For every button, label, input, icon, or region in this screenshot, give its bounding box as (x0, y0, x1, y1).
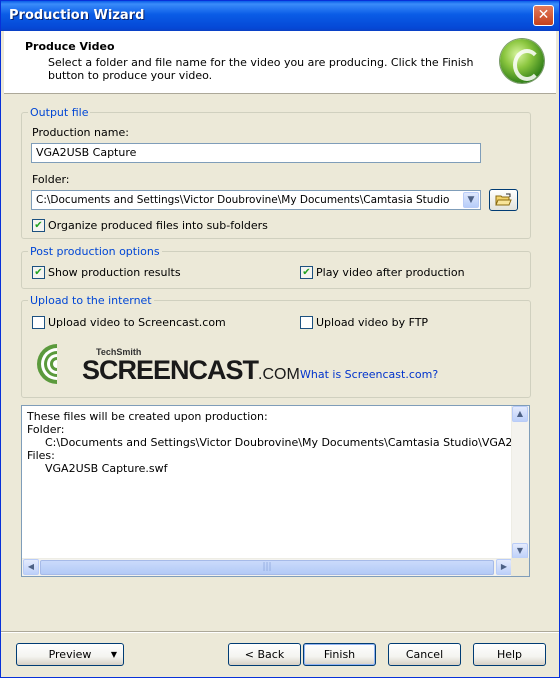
upload-ftp-checkbox[interactable] (300, 316, 313, 329)
summary-line-4: Files: (27, 449, 55, 462)
help-button[interactable]: Help (473, 643, 546, 666)
organize-label: Organize produced files into sub-folders (48, 219, 268, 232)
play-video-checkbox[interactable]: ✔ (300, 266, 313, 279)
wizard-header: Produce Video Select a folder and file n… (4, 31, 556, 94)
scroll-left-icon[interactable]: ◀ (23, 559, 39, 575)
header-description: Select a folder and file name for the vi… (48, 56, 474, 82)
output-file-legend: Output file (30, 106, 89, 119)
camtasia-logo-icon (500, 39, 544, 83)
open-folder-icon (494, 193, 512, 206)
scroll-up-icon[interactable]: ▲ (512, 406, 528, 422)
screencast-logo: TechSmith SCREENCAST.COM (36, 343, 300, 385)
preview-label: Preview (48, 648, 92, 661)
title-bar[interactable]: Production Wizard ✕ (1, 1, 559, 31)
post-production-legend: Post production options (30, 245, 160, 258)
production-summary-box[interactable]: These files will be created upon product… (21, 405, 530, 577)
folder-label: Folder: (32, 173, 70, 186)
production-name-input[interactable]: VGA2USB Capture (31, 143, 481, 163)
finish-button[interactable]: Finish (303, 643, 376, 666)
production-name-label: Production name: (32, 126, 129, 139)
screencast-suffix: .COM (258, 366, 300, 383)
screencast-word: SCREENCAST (82, 355, 259, 385)
summary-line-3: C:\Documents and Settings\Victor Doubrov… (45, 436, 530, 449)
screencast-arcs-icon (37, 343, 78, 385)
folder-value: C:\Documents and Settings\Victor Doubrov… (36, 194, 450, 206)
folder-combobox[interactable]: C:\Documents and Settings\Victor Doubrov… (31, 190, 481, 210)
window-title: Production Wizard (9, 8, 145, 23)
horizontal-scroll-thumb[interactable]: ||| (40, 560, 494, 575)
back-button[interactable]: < Back (228, 643, 301, 666)
upload-ftp-label: Upload video by FTP (316, 316, 429, 329)
upload-legend: Upload to the internet (30, 294, 152, 307)
horizontal-scrollbar[interactable]: ◀ ||| ▶ (22, 558, 512, 576)
footer-separator (1, 631, 559, 633)
scroll-right-icon[interactable]: ▶ (496, 559, 512, 575)
show-results-label: Show production results (48, 266, 181, 279)
scroll-down-icon[interactable]: ▼ (512, 543, 528, 559)
upload-screencast-checkbox[interactable] (32, 316, 45, 329)
summary-line-2: Folder: (27, 423, 65, 436)
what-is-screencast-link[interactable]: What is Screencast.com? (300, 368, 438, 381)
cancel-button[interactable]: Cancel (388, 643, 461, 666)
vertical-scrollbar[interactable]: ▲ ▼ (511, 406, 529, 559)
summary-line-5: VGA2USB Capture.swf (45, 462, 168, 475)
organize-checkbox[interactable]: ✔ (32, 219, 45, 232)
play-video-label: Play video after production (316, 266, 465, 279)
production-wizard-window: Production Wizard ✕ Produce Video Select… (0, 0, 560, 678)
screencast-wordmark: SCREENCAST.COM (82, 355, 300, 386)
preview-button[interactable]: Preview ▼ (16, 643, 124, 666)
scroll-corner (511, 558, 529, 576)
show-results-checkbox[interactable]: ✔ (32, 266, 45, 279)
close-button[interactable]: ✕ (533, 5, 554, 26)
chevron-down-icon[interactable]: ▼ (463, 192, 479, 208)
header-title: Produce Video (25, 40, 115, 53)
upload-screencast-label: Upload video to Screencast.com (48, 316, 226, 329)
summary-line-1: These files will be created upon product… (27, 410, 268, 423)
dropdown-arrow-icon: ▼ (110, 650, 117, 659)
browse-folder-button[interactable] (489, 189, 518, 211)
